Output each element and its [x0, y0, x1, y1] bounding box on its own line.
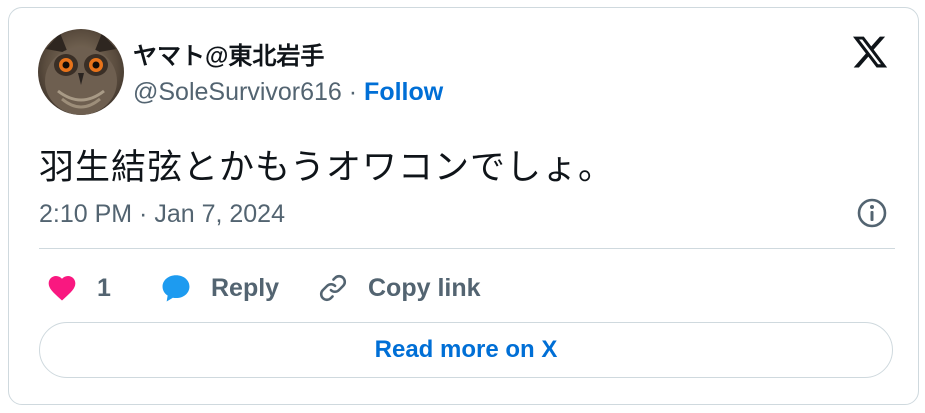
x-logo-icon[interactable] [851, 33, 889, 71]
handle-separator: · [341, 78, 365, 106]
embedded-tweet-card: ヤマト@東北岩手 @SoleSurvivor616 · Follow 羽生結弦と… [8, 7, 919, 405]
divider [39, 248, 895, 249]
tweet-timestamp[interactable]: 2:10 PM · Jan 7, 2024 [39, 200, 285, 229]
author-handle[interactable]: @SoleSurvivor616 [133, 78, 342, 106]
copy-link-button[interactable]: Copy link [316, 268, 481, 308]
heart-icon [48, 276, 76, 301]
avatar[interactable] [38, 29, 124, 115]
reply-label: Reply [211, 273, 280, 302]
owl-avatar-icon [38, 29, 124, 115]
reply-button[interactable]: Reply [159, 268, 279, 308]
author-display-name[interactable]: ヤマト@東北岩手 [133, 36, 324, 71]
link-icon [319, 274, 347, 302]
copy-link-label: Copy link [368, 273, 481, 302]
reply-bubble-icon [162, 275, 190, 302]
tweet-text: 羽生結弦とかもうオワコンでしょ。 [39, 148, 614, 187]
info-icon[interactable] [856, 197, 888, 229]
follow-button[interactable]: Follow [364, 78, 443, 106]
like-button[interactable]: 1 [45, 268, 111, 308]
read-more-button[interactable]: Read more on X [39, 322, 893, 378]
author-handle-row: @SoleSurvivor616 · Follow [133, 78, 443, 107]
like-count: 1 [97, 273, 111, 302]
